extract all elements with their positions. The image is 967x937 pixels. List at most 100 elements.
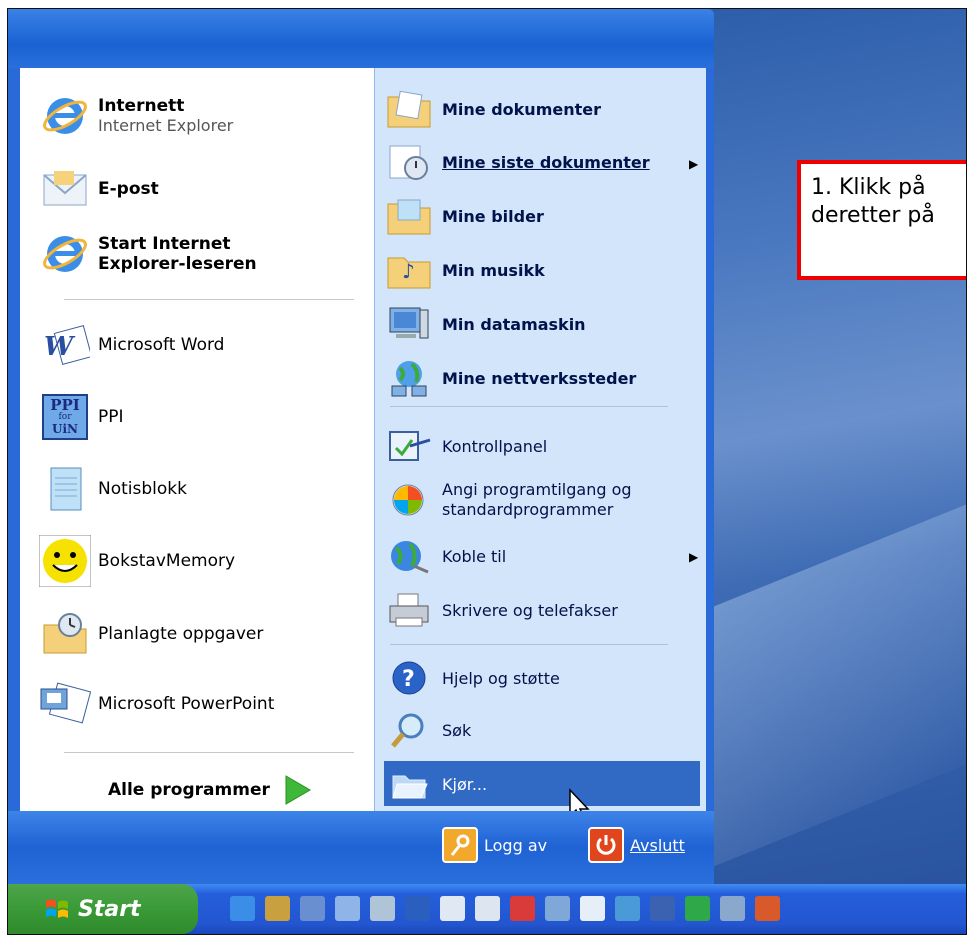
app-quicklaunch-icon[interactable] xyxy=(650,896,675,921)
program-defaults-icon xyxy=(382,473,436,527)
recent-item-notepad[interactable]: Notisblokk xyxy=(38,462,187,516)
right-item-label: Skrivere og telefakser xyxy=(442,600,618,620)
separator xyxy=(64,752,354,753)
right-item-my-documents[interactable]: Mine dokumenter xyxy=(382,82,601,136)
help-icon: ? xyxy=(382,651,436,705)
ppi-icon-sub2: UiN xyxy=(52,422,78,436)
right-item-printers[interactable]: Skrivere og telefakser xyxy=(382,583,618,637)
all-programs-button[interactable]: Alle programmer xyxy=(108,774,312,806)
submenu-arrow-icon: ▶ xyxy=(689,550,699,564)
recent-item-label: Notisblokk xyxy=(98,479,187,499)
pinned-title: Internett xyxy=(98,96,185,116)
right-item-run[interactable]: Kjør... xyxy=(382,757,487,811)
run-icon xyxy=(382,757,436,811)
svg-text:?: ? xyxy=(402,667,415,692)
key-icon xyxy=(442,827,478,863)
recent-item-bokstavmemory[interactable]: BokstavMemory xyxy=(38,534,235,588)
right-item-label-line2: standardprogrammer xyxy=(442,500,614,519)
all-programs-label: Alle programmer xyxy=(108,780,270,800)
pinned-internet[interactable]: Internett Internet Explorer xyxy=(38,89,233,143)
right-item-control-panel[interactable]: Kontrollpanel xyxy=(382,419,547,473)
right-item-label: Angi programtilgang og xyxy=(442,480,632,499)
notepad-quicklaunch-icon[interactable] xyxy=(475,896,500,921)
separator xyxy=(64,299,354,300)
right-item-recent-documents[interactable]: Mine siste dokumenter xyxy=(382,135,650,189)
scheduled-tasks-icon xyxy=(38,607,92,661)
ppi-quicklaunch-icon[interactable] xyxy=(335,896,360,921)
separator xyxy=(390,644,668,645)
notepad-icon xyxy=(38,462,92,516)
app-quicklaunch-icon[interactable] xyxy=(720,896,745,921)
right-item-my-computer[interactable]: Min datamaskin xyxy=(382,297,586,351)
internet-explorer-icon xyxy=(38,227,92,281)
taskbar: Start xyxy=(8,884,966,934)
green-arrow-icon xyxy=(285,775,311,805)
windows-logo-icon xyxy=(46,899,68,918)
logoff-label: Logg av xyxy=(484,835,548,855)
right-item-program-defaults[interactable]: Angi programtilgang og standardprogramme… xyxy=(382,473,632,527)
right-item-label: Kjør... xyxy=(442,774,488,794)
menu-border-right xyxy=(705,68,714,811)
recent-item-scheduled-tasks[interactable]: Planlagte oppgaver xyxy=(38,607,263,661)
shutdown-button[interactable]: Avslutt xyxy=(588,827,685,863)
recent-item-ppi[interactable]: PPI for UiN PPI xyxy=(38,390,124,444)
callout-line-2: deretter på xyxy=(811,203,935,228)
search-icon xyxy=(382,703,436,757)
right-item-help[interactable]: ? Hjelp og støtte xyxy=(382,651,560,705)
app-quicklaunch-icon[interactable] xyxy=(615,896,640,921)
network-icon xyxy=(382,351,436,405)
app-quicklaunch-icon[interactable] xyxy=(300,896,325,921)
app-quicklaunch-icon[interactable] xyxy=(265,896,290,921)
recent-item-powerpoint[interactable]: Microsoft PowerPoint xyxy=(38,677,274,731)
right-item-label: Kontrollpanel xyxy=(442,436,548,456)
smiley-icon xyxy=(38,534,92,588)
submenu-arrow-icon: ▶ xyxy=(689,157,699,171)
right-item-my-pictures[interactable]: Mine bilder xyxy=(382,189,544,243)
desktop-background xyxy=(706,9,966,934)
ppi-icon-text: PPI xyxy=(50,396,80,414)
right-item-label: Mine dokumenter xyxy=(442,99,601,119)
email-icon xyxy=(38,162,92,216)
app-quicklaunch-icon[interactable] xyxy=(685,896,710,921)
app-quicklaunch-icon[interactable] xyxy=(510,896,535,921)
media-quicklaunch-icon[interactable] xyxy=(580,896,605,921)
recent-item-label: BokstavMemory xyxy=(98,551,236,571)
recent-item-label: Microsoft Word xyxy=(98,335,225,355)
pinned-title-line2: Explorer-leseren xyxy=(98,254,257,274)
folder-documents-icon xyxy=(382,82,436,136)
recent-documents-icon xyxy=(382,135,436,189)
control-panel-icon xyxy=(382,419,436,473)
recent-item-label: Planlagte oppgaver xyxy=(98,624,264,644)
screenshot-frame: Internett Internet Explorer E-post Start… xyxy=(7,8,967,935)
quick-launch xyxy=(230,896,780,921)
right-item-label: Min musikk xyxy=(442,260,545,280)
pinned-ie-start[interactable]: Start Internet Explorer-leseren xyxy=(38,227,257,281)
ie-quicklaunch-icon[interactable] xyxy=(230,896,255,921)
svg-text:♪: ♪ xyxy=(402,259,415,283)
word-quicklaunch-icon[interactable] xyxy=(440,896,465,921)
recent-item-word[interactable]: W Microsoft Word xyxy=(38,318,224,372)
logoff-button[interactable]: Logg av xyxy=(442,827,547,863)
right-item-my-music[interactable]: ♪ Min musikk xyxy=(382,243,545,297)
start-menu: Internett Internet Explorer E-post Start… xyxy=(8,9,714,914)
word-icon: W xyxy=(38,318,92,372)
app-quicklaunch-icon[interactable] xyxy=(370,896,395,921)
recent-item-label: Microsoft PowerPoint xyxy=(98,694,275,714)
folder-pictures-icon xyxy=(382,189,436,243)
connect-globe-icon xyxy=(382,529,436,583)
pinned-title: Start Internet xyxy=(98,234,231,254)
pinned-subtitle: Internet Explorer xyxy=(98,116,234,135)
right-item-network-places[interactable]: Mine nettverkssteder xyxy=(382,351,636,405)
app-quicklaunch-icon[interactable] xyxy=(545,896,570,921)
right-item-label: Mine nettverkssteder xyxy=(442,368,637,388)
right-item-label: Hjelp og støtte xyxy=(442,668,560,688)
right-item-connect[interactable]: Koble til xyxy=(382,529,506,583)
ppi-icon: PPI for UiN xyxy=(38,390,92,444)
app-quicklaunch-icon[interactable] xyxy=(405,896,430,921)
callout-line-1: 1. Klikk på xyxy=(811,175,926,200)
office-quicklaunch-icon[interactable] xyxy=(755,896,780,921)
separator xyxy=(390,406,668,407)
pinned-email[interactable]: E-post xyxy=(38,162,159,216)
right-item-search[interactable]: Søk xyxy=(382,703,471,757)
start-button[interactable]: Start xyxy=(8,884,198,934)
